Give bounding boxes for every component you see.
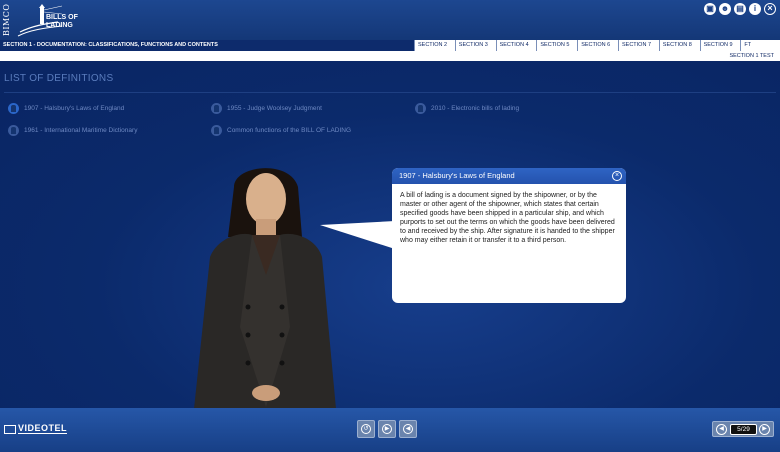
presenter-figure bbox=[194, 168, 336, 409]
previous-page-button[interactable]: ◀ bbox=[716, 424, 727, 435]
definition-popup: 1907 - Halsbury's Laws of England × A bi… bbox=[392, 168, 626, 303]
person-icon bbox=[8, 103, 19, 114]
section-title: SECTION 1 - DOCUMENTATION: CLASSIFICATIO… bbox=[3, 42, 218, 48]
play-button[interactable]: ▶ bbox=[378, 420, 396, 438]
videotel-screen-icon bbox=[4, 424, 16, 434]
book-icon[interactable]: ▣ bbox=[704, 3, 716, 15]
audio-button[interactable]: ◀ bbox=[399, 420, 417, 438]
tab-section-6[interactable]: SECTION 6 bbox=[577, 40, 618, 51]
bimco-brand: BIMCO bbox=[2, 3, 11, 36]
tab-section-4[interactable]: SECTION 4 bbox=[495, 40, 537, 51]
tab-section-2[interactable]: SECTION 2 bbox=[414, 40, 455, 51]
popup-title: 1907 - Halsbury's Laws of England bbox=[399, 171, 515, 180]
app-footer: VIDEOTEL ↺ ▶ ◀ ◀ 5/29 ▶ bbox=[0, 408, 780, 452]
close-icon[interactable]: × bbox=[764, 3, 776, 15]
tab-section-7[interactable]: SECTION 7 bbox=[617, 40, 659, 51]
logo-title: BILLS OF LADING bbox=[46, 14, 78, 29]
app-header: BIMCO BILLS OF LADING ▣ ☻ ▤ i × bbox=[0, 0, 780, 40]
section-tabs: SECTION 2 SECTION 3 SECTION 4 SECTION 5 … bbox=[414, 40, 780, 51]
popup-close-icon[interactable]: × bbox=[612, 171, 622, 181]
tab-section-9[interactable]: SECTION 9 bbox=[699, 40, 741, 51]
replay-button[interactable]: ↺ bbox=[357, 420, 375, 438]
definition-item-1907[interactable]: 1907 - Halsbury's Laws of England bbox=[8, 103, 124, 114]
section-bar: SECTION 1 - DOCUMENTATION: CLASSIFICATIO… bbox=[0, 40, 780, 51]
speaker-icon: ◀ bbox=[403, 424, 413, 434]
tab-section-3[interactable]: SECTION 3 bbox=[454, 40, 496, 51]
sub-bar: SECTION 1 TEST bbox=[0, 51, 780, 61]
tab-section-8[interactable]: SECTION 8 bbox=[658, 40, 700, 51]
play-icon: ▶ bbox=[382, 424, 392, 434]
speech-pointer bbox=[320, 221, 395, 249]
page-navigator: ◀ 5/29 ▶ bbox=[712, 421, 774, 437]
definition-item-common-functions[interactable]: Common functions of the BILL OF LADING bbox=[211, 125, 351, 136]
main-content: LIST OF DEFINITIONS 1907 - Halsbury's La… bbox=[0, 61, 780, 409]
document-icon[interactable]: ▤ bbox=[734, 3, 746, 15]
definition-item-2010[interactable]: 2010 - Electronic bills of lading bbox=[415, 103, 519, 114]
person-icon bbox=[211, 125, 222, 136]
people-icon[interactable]: ☻ bbox=[719, 3, 731, 15]
replay-icon: ↺ bbox=[361, 424, 371, 434]
definition-item-1961[interactable]: 1961 - International Maritime Dictionary bbox=[8, 125, 137, 136]
tab-section-5[interactable]: SECTION 5 bbox=[536, 40, 578, 51]
popup-body: A bill of lading is a document signed by… bbox=[400, 192, 615, 244]
definitions-heading: LIST OF DEFINITIONS bbox=[4, 73, 114, 84]
section-test-link[interactable]: SECTION 1 TEST bbox=[729, 53, 774, 59]
person-icon bbox=[415, 103, 426, 114]
header-toolbar: ▣ ☻ ▤ i × bbox=[704, 3, 776, 15]
person-icon bbox=[8, 125, 19, 136]
info-icon[interactable]: i bbox=[749, 3, 761, 15]
next-page-button[interactable]: ▶ bbox=[759, 424, 770, 435]
divider bbox=[4, 92, 776, 93]
tab-ft[interactable]: FT bbox=[740, 40, 780, 51]
videotel-logo: VIDEOTEL bbox=[4, 424, 68, 434]
media-controls: ↺ ▶ ◀ bbox=[357, 420, 417, 438]
person-icon bbox=[211, 103, 222, 114]
page-counter: 5/29 bbox=[730, 424, 757, 435]
popup-header: 1907 - Halsbury's Laws of England × bbox=[392, 168, 626, 184]
definition-item-1955[interactable]: 1955 - Judge Woolsey Judgment bbox=[211, 103, 322, 114]
